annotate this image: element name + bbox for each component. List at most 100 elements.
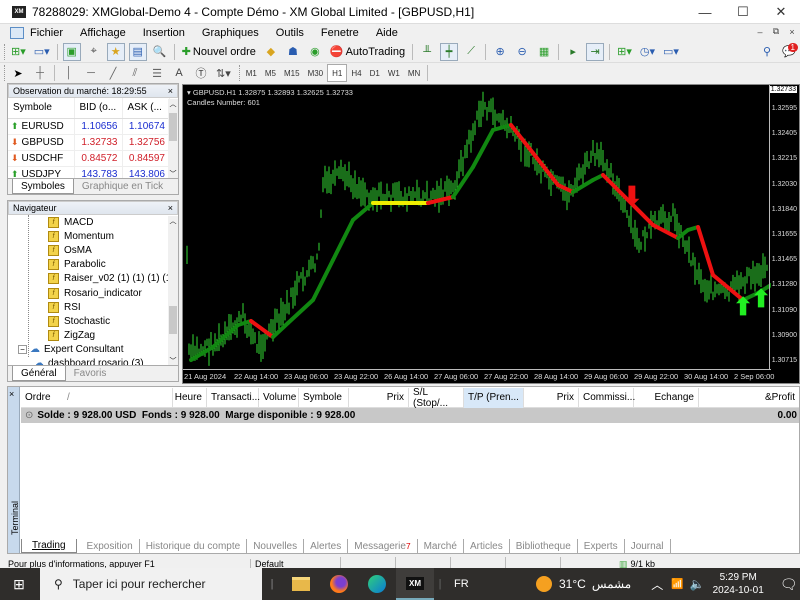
col-transaction[interactable]: Transacti... — [207, 387, 260, 408]
vertical-line-tool[interactable]: │ — [60, 64, 78, 82]
chart-window[interactable]: ▾ GBPUSD.H1 1.32875 1.32893 1.32625 1.32… — [182, 84, 800, 384]
market-watch-close-icon[interactable]: × — [168, 86, 173, 96]
crosshair-tool[interactable]: ┼ — [31, 64, 49, 82]
data-window-toggle[interactable]: ⌖ — [85, 43, 103, 61]
table-row[interactable]: ⬇ GBPUSD 1.32733 1.32756 — [8, 134, 170, 151]
menu-fenetre[interactable]: Fenetre — [321, 27, 359, 39]
navigator-item[interactable]: f Raiser_v02 (1) (1) (1) (1) — [48, 272, 178, 286]
windows-start-icon[interactable]: ⊞ — [0, 576, 38, 593]
timeframe-m5[interactable]: M5 — [261, 64, 280, 82]
notification-center-icon[interactable]: 🗨 — [780, 576, 798, 593]
col-symbole[interactable]: Symbole — [299, 387, 349, 408]
language-indicator[interactable]: FR — [446, 578, 536, 590]
col-prix-2[interactable]: Prix — [524, 387, 579, 408]
col-profit[interactable]: &Profit — [699, 388, 799, 408]
vps-button[interactable]: ◉ — [306, 43, 324, 61]
collapse-icon[interactable]: − — [18, 345, 27, 355]
timeframe-d1[interactable]: D1 — [366, 64, 384, 82]
task-view-icon[interactable]: | — [262, 578, 282, 590]
chart-shift-button[interactable]: ⇥ — [586, 42, 605, 61]
expert-item[interactable]: ☁ dashboard rosario (3) — [34, 357, 178, 365]
expert-folder[interactable]: − ☁ Expert Consultant — [18, 343, 178, 357]
navigator-item[interactable]: f ZigZag — [48, 329, 178, 343]
col-heure[interactable]: Heure — [173, 387, 207, 408]
col-sl[interactable]: S/L (Stop/... — [409, 387, 464, 409]
timeframe-m15[interactable]: M15 — [280, 64, 304, 82]
weather-desc[interactable]: مشمس — [592, 577, 631, 591]
fibonacci-tool[interactable]: ☰ — [148, 64, 166, 82]
chevron-up-icon[interactable]: ︿ — [651, 576, 663, 593]
terminal-tab-march-[interactable]: Marché — [418, 539, 464, 553]
navigator-item[interactable]: f Stochastic — [48, 314, 178, 328]
col-symbol[interactable]: Symbole — [8, 98, 75, 119]
mdi-minimize-button[interactable]: – — [752, 24, 768, 39]
text-tool[interactable]: A — [170, 64, 188, 82]
scroll-up-icon[interactable]: ︿ — [168, 99, 178, 109]
price-axis[interactable]: 1.32733 1.32595 1.32405 1.32215 1.32030 1.31… — [769, 85, 799, 370]
tab-general[interactable]: Général — [12, 366, 66, 381]
file-explorer-icon[interactable] — [282, 577, 320, 591]
col-bid[interactable]: BID (o... — [74, 98, 123, 119]
col-tp[interactable]: T/P (Pren... — [464, 387, 524, 408]
new-chart-button[interactable]: ⊞▾ — [9, 43, 28, 61]
table-row[interactable]: ⬇ USDCHF 0.84572 0.84597 — [8, 150, 170, 167]
auto-scroll-button[interactable]: ▸ — [564, 43, 582, 61]
tab-symboles[interactable]: Symboles — [12, 179, 74, 194]
market-watch-toggle[interactable]: ▣ — [62, 42, 81, 61]
new-order-button[interactable]: ✚ Nouvel ordre — [180, 43, 258, 61]
zoom-out-button[interactable]: ⊖ — [513, 43, 531, 61]
timeframe-m1[interactable]: M1 — [242, 64, 261, 82]
terminal-tab-experts[interactable]: Experts — [578, 539, 625, 553]
terminal-tab-trading[interactable]: Trading — [21, 539, 77, 553]
terminal-tab-messagerie[interactable]: Messagerie 7 — [348, 539, 418, 553]
terminal-tab-alertes[interactable]: Alertes — [304, 539, 349, 553]
menu-affichage[interactable]: Affichage — [80, 27, 126, 39]
bar-chart-button[interactable]: ╨ — [418, 43, 436, 61]
col-echange[interactable]: Echange — [634, 387, 699, 408]
trendline-tool[interactable]: ╱ — [104, 64, 122, 82]
timeframe-h4[interactable]: H4 — [347, 64, 365, 82]
navigator-item[interactable]: f RSI — [48, 300, 178, 314]
terminal-tab-exposition[interactable]: Exposition — [81, 539, 140, 553]
candlestick-button[interactable]: ┿ — [440, 42, 459, 61]
navigator-item[interactable]: f Momentum — [48, 229, 178, 243]
terminal-tab-bibliotheque[interactable]: Bibliotheque — [510, 539, 578, 553]
strategy-tester-toggle[interactable]: 🔍 — [151, 43, 169, 61]
menu-insertion[interactable]: Insertion — [143, 27, 185, 39]
mdi-close-button[interactable]: × — [784, 24, 800, 39]
search-button[interactable]: ⚲ — [758, 43, 776, 61]
balance-row[interactable]: ⊙ Solde : 9 928.00 USD Fonds : 9 928.00 … — [21, 408, 799, 423]
taskbar-search[interactable]: ⚲ Taper ici pour rechercher — [40, 568, 262, 600]
menu-aide[interactable]: Aide — [376, 27, 398, 39]
navigator-toggle[interactable]: ★ — [106, 42, 125, 61]
navigator-item[interactable]: f Rosario_indicator — [48, 286, 178, 300]
scrollbar-thumb[interactable] — [169, 306, 177, 334]
col-ordre[interactable]: Ordre — [21, 388, 63, 408]
cursor-tool[interactable]: ➤ — [9, 64, 27, 82]
horizontal-line-tool[interactable]: ─ — [82, 64, 100, 82]
sun-weather-icon[interactable] — [536, 576, 552, 592]
scrollbar-thumb[interactable] — [169, 113, 177, 141]
tab-favoris[interactable]: Favoris — [66, 366, 115, 381]
col-commission[interactable]: Commissi... — [579, 387, 635, 408]
weather-temp[interactable]: 31°C — [559, 577, 586, 591]
scroll-up-icon[interactable]: ︿ — [168, 216, 178, 226]
navigator-item[interactable]: f MACD — [48, 215, 178, 229]
col-prix[interactable]: Prix — [349, 387, 409, 408]
price-chart[interactable]: ⬇⬆⬆ — [183, 85, 771, 369]
market-watch-scrollbar[interactable]: ︿ ﹀ — [168, 99, 178, 179]
volume-icon[interactable]: 🔈 — [690, 577, 705, 591]
periods-button[interactable]: ◷▾ — [638, 43, 657, 61]
signals-button[interactable]: ☗ — [284, 43, 302, 61]
text-label-tool[interactable]: Ⓣ — [192, 64, 210, 82]
metaeditor-button[interactable]: ◆ — [262, 43, 280, 61]
col-ask[interactable]: ASK (... — [122, 98, 170, 119]
menu-graphiques[interactable]: Graphiques — [202, 27, 259, 39]
navigator-close-icon[interactable]: × — [168, 203, 173, 213]
col-volume[interactable]: Volume — [259, 387, 299, 408]
profiles-button[interactable]: ▭▾ — [32, 43, 52, 61]
timeframe-w1[interactable]: W1 — [384, 64, 404, 82]
channel-tool[interactable]: ⫽ — [126, 64, 144, 82]
navigator-item[interactable]: f OsMA — [48, 243, 178, 257]
timeframe-h1[interactable]: H1 — [327, 64, 348, 82]
